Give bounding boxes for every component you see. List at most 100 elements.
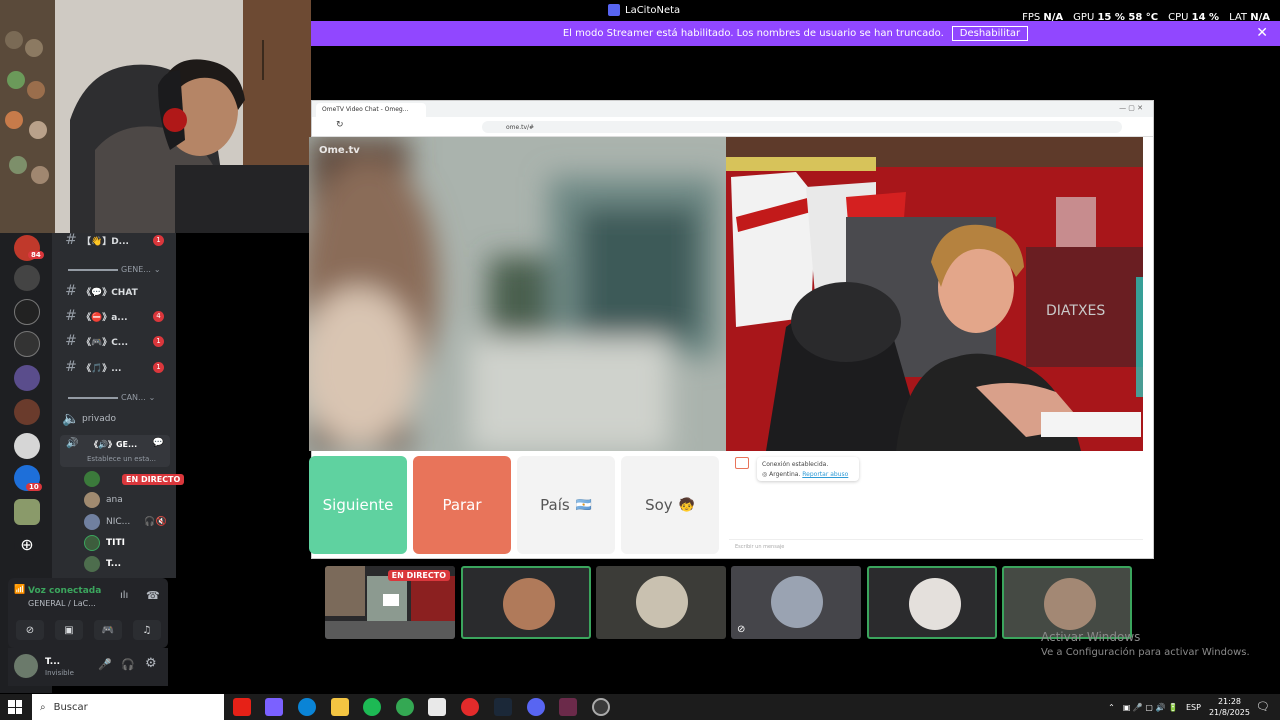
server-badge: 84 (28, 251, 44, 259)
file-explorer-icon[interactable] (331, 698, 349, 716)
headphones-icon[interactable]: 🎧 (121, 658, 135, 671)
avatar (84, 492, 100, 508)
language-indicator[interactable]: ESP (1186, 703, 1201, 712)
svg-text:DIATXES: DIATXES (1046, 303, 1105, 319)
search-icon: ⌕ (40, 701, 46, 713)
store-icon[interactable] (428, 698, 446, 716)
unread-badge: 4 (153, 311, 164, 322)
tray-icons[interactable]: ▣ 🎤 ▢ 🔊 🔋 (1123, 703, 1178, 712)
server-icon[interactable] (14, 299, 40, 325)
participant-tile[interactable] (596, 566, 726, 639)
report-abuse-link[interactable]: Reportar abuso (802, 471, 848, 478)
unread-badge: 1 (153, 235, 164, 246)
avatar (909, 578, 961, 630)
message-input[interactable]: Escribir un mensaje (729, 539, 1143, 553)
channel-item[interactable]: # 【👋】D... 1 (52, 230, 176, 250)
avatar[interactable] (14, 654, 38, 678)
avatar (84, 535, 100, 551)
soundboard-button[interactable]: ♫ (133, 620, 161, 640)
edge-icon[interactable] (298, 698, 316, 716)
channel-item[interactable]: # 《💬》CHAT (52, 281, 176, 301)
voice-member[interactable]: T... (84, 555, 121, 573)
camera-off-button[interactable]: ⊘ (16, 620, 44, 640)
country-line: ◎ Argentina. Reportar abuso (762, 471, 849, 478)
channel-item[interactable]: # 《🎵》... 1 (52, 357, 176, 377)
app-icon[interactable] (559, 698, 577, 716)
avatar (84, 471, 100, 487)
speaker-icon: 🔈 (62, 411, 80, 427)
disconnect-icon[interactable]: ☎ (146, 589, 160, 602)
steam-icon[interactable] (494, 698, 512, 716)
disable-streamer-button[interactable]: Deshabilitar (951, 26, 1029, 41)
chevron-down-icon: ⌄ (148, 393, 156, 402)
country-button[interactable]: País 🇦🇷 (517, 456, 615, 554)
close-icon[interactable]: ✕ (1256, 25, 1268, 41)
browser-tab[interactable]: OmeTV Video Chat - Omeg... (316, 103, 426, 117)
sound-wave-icon[interactable]: ılı (120, 590, 128, 601)
avatar (503, 578, 555, 630)
active-voice-channel[interactable]: 🔊 《🔊》GE... 💬 Establece un esta... (60, 435, 170, 467)
video-area: Ome.tv DIATXES (309, 137, 1143, 451)
live-badge: EN DIRECTO (387, 570, 450, 581)
stream-tile-live[interactable]: EN DIRECTO (325, 566, 455, 639)
hash-icon: # (65, 359, 77, 375)
add-server-icon[interactable]: ⊕ (14, 533, 40, 559)
server-icon[interactable] (14, 433, 40, 459)
gear-icon[interactable]: ⚙ (145, 656, 157, 671)
app-icon[interactable] (461, 698, 479, 716)
voice-member[interactable]: ana (84, 491, 123, 509)
server-icon[interactable] (14, 499, 40, 525)
participant-tile[interactable] (1002, 566, 1132, 639)
browser-toolbar: ↻ ome.tv/# (312, 117, 1153, 137)
clock[interactable]: 21:28 21/8/2025 (1209, 696, 1250, 718)
windows-taskbar: ⌕ Buscar ⌃ ▣ 🎤 ▢ 🔊 🔋 ESP 21:28 21/8/2025 … (0, 694, 1280, 720)
activity-button[interactable]: 🎮 (94, 620, 122, 640)
avatar (771, 576, 823, 628)
notification-icon[interactable]: 🗨 (1256, 700, 1270, 713)
gender-button[interactable]: Soy 🧒 (621, 456, 719, 554)
participant-tile[interactable] (867, 566, 997, 639)
voice-channel-item[interactable]: 🔈 privado (52, 409, 176, 429)
copilot-icon[interactable] (265, 698, 283, 716)
channel-item[interactable]: # 《🎮》C... 1 (52, 331, 176, 351)
self-video: DIATXES (726, 137, 1143, 451)
voice-member[interactable]: NIC... 🎧🔇 (84, 513, 167, 531)
screen: LaCitoNeta FPS N/A GPU 15 % 58 °C CPU 14… (0, 0, 1280, 720)
channel-item[interactable]: # 《⛔》a... 4 (52, 306, 176, 326)
chat-panel: Conexión establecida. ◎ Argentina. Repor… (729, 451, 1143, 556)
screen-share-icon: ▣ (64, 624, 74, 636)
voice-connected-subtitle: GENERAL / LaC... (28, 599, 96, 608)
voice-member[interactable]: EN DIRECTO (84, 470, 185, 488)
gamepad-icon: 🎮 (101, 624, 115, 636)
user-panel: T... Invisible 🎤 🎧 ⚙ (8, 648, 168, 686)
address-bar[interactable]: ome.tv/# (482, 121, 1122, 133)
windows-start-icon[interactable] (8, 700, 22, 714)
chevron-up-icon[interactable]: ⌃ (1108, 703, 1115, 712)
chat-bubble-icon[interactable]: 💬 (153, 438, 164, 448)
server-icon[interactable] (14, 365, 40, 391)
chrome-icon[interactable] (396, 698, 414, 716)
microphone-icon[interactable]: 🎤 (98, 658, 112, 671)
obs-icon[interactable] (592, 698, 610, 716)
spotify-icon[interactable] (363, 698, 381, 716)
unread-badge: 1 (153, 362, 164, 373)
avatar (1044, 578, 1096, 630)
discord-icon[interactable] (527, 698, 545, 716)
server-icon[interactable] (14, 331, 40, 357)
category-header[interactable]: GENE... ⌄ (68, 265, 168, 274)
system-tray: ⌃ ▣ 🎤 ▢ 🔊 🔋 ESP 21:28 21/8/2025 (1108, 694, 1250, 720)
category-header[interactable]: CAN... ⌄ (68, 393, 168, 402)
window-controls[interactable]: — ▢ ✕ (1119, 104, 1143, 112)
voice-member[interactable]: TITI (84, 534, 125, 552)
reload-icon[interactable]: ↻ (336, 120, 344, 130)
user-name: T... (45, 657, 61, 667)
participant-tile[interactable]: ⊘ (731, 566, 861, 639)
youtube-icon[interactable] (233, 698, 251, 716)
stop-button[interactable]: Parar (413, 456, 511, 554)
screen-share-button[interactable]: ▣ (55, 620, 83, 640)
taskbar-search[interactable]: ⌕ Buscar (32, 694, 224, 720)
next-button[interactable]: Siguiente (309, 456, 407, 554)
server-icon[interactable] (14, 399, 40, 425)
participant-tile[interactable] (461, 566, 591, 639)
server-icon[interactable] (14, 265, 40, 291)
